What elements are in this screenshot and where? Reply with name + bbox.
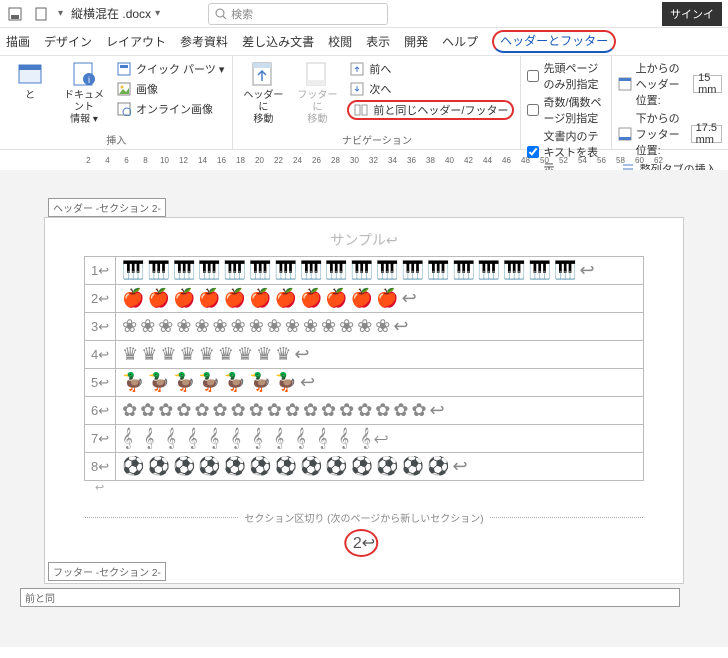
tab-design[interactable]: デザイン xyxy=(44,33,92,50)
ribbon: と i ドキュメント 情報 ▾ クイック パーツ ▾ 画像 オンライン画像 挿入… xyxy=(0,56,728,150)
table-row: 3↩❀❀❀❀❀❀❀❀❀❀❀❀❀❀❀↩ xyxy=(85,313,644,341)
previous-button[interactable]: 前へ xyxy=(347,60,514,78)
footer-from-bottom-value[interactable]: 17.5 mm xyxy=(691,125,722,143)
content-table: 1↩🎹🎹🎹🎹🎹🎹🎹🎹🎹🎹🎹🎹🎹🎹🎹🎹🎹🎹↩2↩🍎🍎🍎🍎🍎🍎🍎🍎🍎🍎🍎↩3↩❀❀❀… xyxy=(84,256,644,481)
odd-even-checkbox[interactable]: 奇数/偶数ページ別指定 xyxy=(527,94,604,126)
header-from-top-row[interactable]: 上からのヘッダー位置:15 mm xyxy=(618,60,722,108)
newdoc-icon[interactable] xyxy=(32,5,50,23)
footer-from-bottom-row[interactable]: 下からのフッター位置:17.5 mm xyxy=(618,110,722,158)
ribbon-group-position: 上からのヘッダー位置:15 mm 下からのフッター位置:17.5 mm 整列タブ… xyxy=(612,56,728,149)
tab-mailings[interactable]: 差し込み文書 xyxy=(242,33,314,50)
save-icon[interactable] xyxy=(6,5,24,23)
link-to-previous-button[interactable]: 前と同じヘッダー/フッター xyxy=(347,100,514,120)
search-input[interactable]: 検索 xyxy=(208,3,388,25)
first-page-checkbox[interactable]: 先頭ページのみ別指定 xyxy=(527,60,604,92)
quick-parts-button[interactable]: クイック パーツ ▾ xyxy=(114,60,226,78)
ribbon-group-navigation: ヘッダーに 移動 フッターに 移動 前へ 次へ 前と同じヘッダー/フッター ナビ… xyxy=(233,56,521,149)
section-break-text: セクション区切り (次のページから新しいセクション) xyxy=(45,510,683,525)
table-row: 1↩🎹🎹🎹🎹🎹🎹🎹🎹🎹🎹🎹🎹🎹🎹🎹🎹🎹🎹↩ xyxy=(85,257,644,285)
title-bar: ▾ 縦横混在 .docx▾ 検索 サインイ xyxy=(0,0,728,28)
document-area: ヘッダー -セクション 2- サンプル↩ 1↩🎹🎹🎹🎹🎹🎹🎹🎹🎹🎹🎹🎹🎹🎹🎹🎹🎹… xyxy=(0,170,728,647)
document-title[interactable]: 縦横混在 .docx▾ xyxy=(71,5,160,22)
ribbon-group-options: 先頭ページのみ別指定 奇数/偶数ページ別指定 文書内のテキストを表示 オプション xyxy=(521,56,611,149)
tab-help[interactable]: ヘルプ xyxy=(442,33,478,50)
table-row: 4↩♛♛♛♛♛♛♛♛♛↩ xyxy=(85,341,644,369)
group-label-insert: 挿入 xyxy=(6,130,226,147)
footer-page-number: 2↩ xyxy=(45,533,683,553)
paragraph-end-mark: ↩ xyxy=(45,481,683,494)
tab-developer[interactable]: 開発 xyxy=(404,33,428,50)
header-section-tag: ヘッダー -セクション 2- xyxy=(48,198,166,217)
tab-draw[interactable]: 描画 xyxy=(6,33,30,50)
qa-dropdown-icon[interactable]: ▾ xyxy=(58,8,63,19)
signin-button[interactable]: サインイ xyxy=(662,2,722,26)
tab-header-footer[interactable]: ヘッダーとフッター xyxy=(492,30,616,53)
table-row: 8↩⚽⚽⚽⚽⚽⚽⚽⚽⚽⚽⚽⚽⚽↩ xyxy=(85,453,644,481)
ribbon-group-insert: と i ドキュメント 情報 ▾ クイック パーツ ▾ 画像 オンライン画像 挿入 xyxy=(0,56,233,149)
picture-button[interactable]: 画像 xyxy=(114,80,226,98)
table-row: 6↩✿✿✿✿✿✿✿✿✿✿✿✿✿✿✿✿✿↩ xyxy=(85,397,644,425)
table-row: 7↩𝄞 𝄞 𝄞 𝄞 𝄞 𝄞 𝄞 𝄞 𝄞 𝄞 𝄞 𝄞↩ xyxy=(85,425,644,453)
tab-references[interactable]: 参考資料 xyxy=(180,33,228,50)
tab-layout[interactable]: レイアウト xyxy=(106,33,166,50)
goto-header-button[interactable]: ヘッダーに 移動 xyxy=(239,60,287,126)
tab-review[interactable]: 校閲 xyxy=(328,33,352,50)
search-placeholder: 検索 xyxy=(231,6,253,22)
doc-info-button[interactable]: i ドキュメント 情報 ▾ xyxy=(60,60,108,126)
tab-view[interactable]: 表示 xyxy=(366,33,390,50)
same-as-previous-tag: 前と同 xyxy=(20,588,680,607)
next-button[interactable]: 次へ xyxy=(347,80,514,98)
header-from-top-value[interactable]: 15 mm xyxy=(693,75,722,93)
svg-text:i: i xyxy=(88,75,90,85)
goto-footer-button: フッターに 移動 xyxy=(293,60,341,126)
annotation-circle-icon xyxy=(344,529,378,557)
page-sheet[interactable]: サンプル↩ 1↩🎹🎹🎹🎹🎹🎹🎹🎹🎹🎹🎹🎹🎹🎹🎹🎹🎹🎹↩2↩🍎🍎🍎🍎🍎🍎🍎🍎🍎🍎🍎… xyxy=(44,217,684,584)
footer-section-tag: フッター -セクション 2- xyxy=(48,562,166,581)
group-label-navigation: ナビゲーション xyxy=(239,130,514,147)
search-icon xyxy=(215,8,227,20)
online-picture-button[interactable]: オンライン画像 xyxy=(114,100,226,118)
ribbon-tabs: 描画 デザイン レイアウト 参考資料 差し込み文書 校閲 表示 開発 ヘルプ ヘ… xyxy=(0,28,728,56)
show-text-checkbox[interactable]: 文書内のテキストを表示 xyxy=(527,128,604,176)
table-row: 2↩🍎🍎🍎🍎🍎🍎🍎🍎🍎🍎🍎↩ xyxy=(85,285,644,313)
date-time-button[interactable]: と xyxy=(6,60,54,102)
header-sample-text: サンプル↩ xyxy=(45,224,683,256)
table-row: 5↩🦆🦆🦆🦆🦆🦆🦆↩ xyxy=(85,369,644,397)
